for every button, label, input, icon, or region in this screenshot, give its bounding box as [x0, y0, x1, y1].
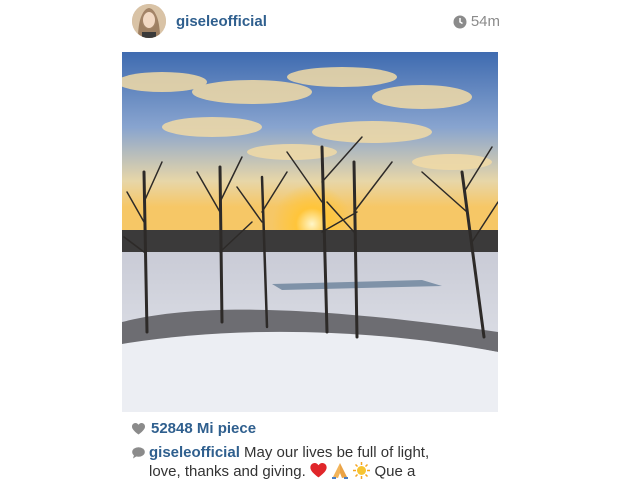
post-header: giseleofficial 54m: [130, 4, 500, 40]
caption-username[interactable]: giseleofficial: [149, 444, 240, 461]
praying-hands-icon: [332, 463, 349, 479]
comment-icon[interactable]: [132, 447, 145, 459]
username-link[interactable]: giseleofficial: [176, 13, 267, 30]
timestamp: 54m: [453, 13, 500, 30]
likes-count[interactable]: 52848 Mi piece: [132, 420, 256, 437]
caption-line2: love, thanks and giving.: [149, 463, 306, 480]
caption: giseleofficial May our lives be full of …: [132, 443, 492, 481]
sun-icon: [353, 462, 371, 479]
heart-icon[interactable]: [132, 422, 145, 435]
caption-line1: May our lives be full of light,: [244, 444, 430, 461]
caption-tail: Que a: [374, 463, 416, 480]
timestamp-text: 54m: [470, 13, 500, 30]
heart-emoji-icon: [310, 463, 327, 478]
post-photo[interactable]: [122, 52, 498, 412]
caption-text: giseleofficial May our lives be full of …: [149, 443, 492, 481]
likes-text: 52848 Mi piece: [151, 420, 257, 437]
avatar[interactable]: [132, 4, 166, 38]
clock-icon: [453, 15, 467, 28]
